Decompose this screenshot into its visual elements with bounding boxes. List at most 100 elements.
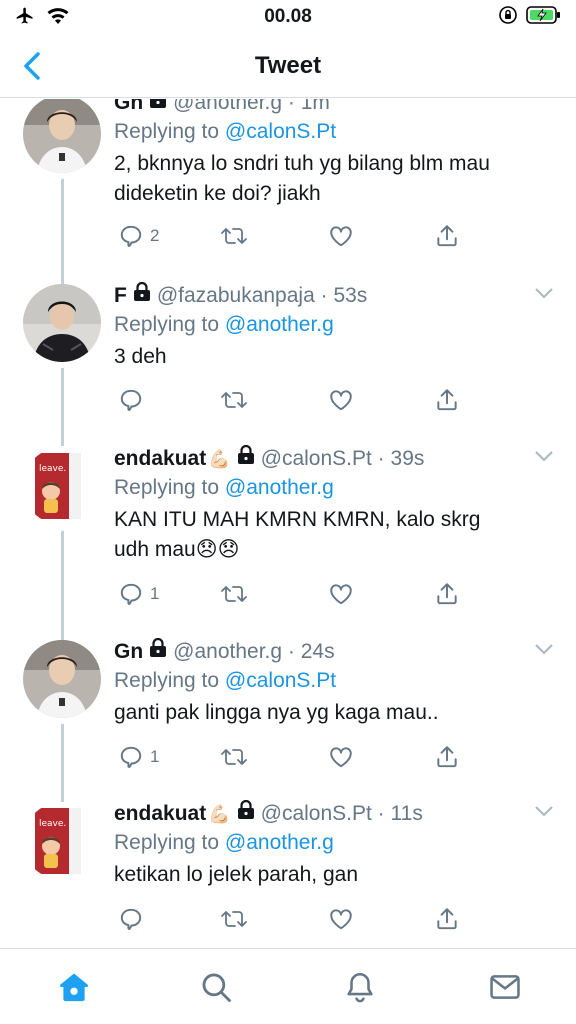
retweet-icon (221, 586, 247, 602)
user-handle[interactable]: @another.g (173, 99, 282, 117)
tweet-header: Gn @another.g · 1m (114, 99, 556, 117)
reply-button[interactable] (118, 906, 150, 932)
heart-icon (330, 226, 352, 247)
tweet-item[interactable]: F @fazabukanpaja · 53s Replying to @anot… (0, 281, 576, 446)
tab-home[interactable] (54, 967, 94, 1007)
like-button[interactable] (328, 906, 354, 932)
display-name[interactable]: F (114, 282, 127, 310)
flexed-biceps-emoji: 💪🏻 (208, 804, 231, 824)
display-name[interactable]: endakuat (114, 445, 206, 473)
reply-icon (120, 583, 142, 605)
retweet-icon (221, 911, 247, 927)
tweet-actions (118, 387, 478, 417)
reply-icon (120, 746, 142, 768)
user-handle[interactable]: @calonS.Pt (261, 445, 372, 473)
like-button[interactable] (328, 223, 354, 249)
separator-dot: · (371, 802, 391, 825)
avatar-f[interactable] (23, 284, 101, 362)
tweet-item[interactable]: Gn @another.g · 24s Replying to @calonS.… (0, 637, 576, 802)
tweet-header: endakuat 💪🏻 @calonS.Pt · 39s (114, 444, 556, 473)
replying-to: Replying to @calonS.Pt (114, 666, 556, 696)
timestamp: 1m (300, 99, 330, 114)
tweet-text-line: KAN ITU MAH KMRN KMRN, kalo skrg (114, 508, 481, 531)
replying-to-link[interactable]: @another.g (225, 831, 334, 854)
lock-icon (149, 99, 167, 117)
user-handle[interactable]: @fazabukanpaja (157, 282, 315, 310)
retweet-button[interactable] (220, 387, 248, 413)
avatar-gn[interactable] (23, 99, 101, 173)
svg-text:leave.: leave. (39, 819, 66, 829)
thread-connector-line (61, 724, 64, 802)
replying-to: Replying to @calonS.Pt (114, 117, 556, 147)
page-title: Tweet (254, 52, 322, 79)
share-icon (437, 746, 457, 768)
replying-label: Replying to (114, 313, 220, 336)
tab-messages[interactable] (485, 967, 525, 1007)
like-button[interactable] (328, 744, 354, 770)
display-name[interactable]: endakuat (114, 800, 206, 828)
avatar-endakuat[interactable]: leave. (23, 802, 101, 880)
orientation-lock-icon (499, 6, 517, 24)
tweet-body: Gn @another.g · 1m Replying to @calonS.P… (114, 99, 556, 209)
tweet-thread[interactable]: Gn @another.g · 1m Replying to @calonS.P… (0, 99, 576, 948)
tweet-item[interactable]: leave. endakuat 💪🏻 @calonS.Pt · 11s Repl… (0, 799, 576, 948)
replying-label: Replying to (114, 831, 220, 854)
reply-count: 2 (150, 226, 160, 245)
tab-search[interactable] (196, 967, 236, 1007)
tab-notifications[interactable] (340, 967, 380, 1007)
replying-to-link[interactable]: @calonS.Pt (225, 669, 336, 692)
thread-connector-line (61, 531, 64, 641)
share-icon (437, 908, 457, 930)
like-button[interactable] (328, 581, 354, 607)
flexed-biceps-emoji: 💪🏻 (208, 449, 231, 469)
retweet-button[interactable] (220, 744, 248, 770)
share-button[interactable] (434, 744, 460, 770)
replying-label: Replying to (114, 669, 220, 692)
replying-label: Replying to (114, 476, 220, 499)
replying-to: Replying to @another.g (114, 828, 556, 858)
display-name[interactable]: Gn (114, 99, 143, 117)
thread-connector-line (61, 179, 64, 287)
timestamp: 11s (390, 802, 423, 825)
retweet-button[interactable] (220, 223, 248, 249)
tweet-actions: 1 (118, 744, 478, 774)
retweet-button[interactable] (220, 906, 248, 932)
replying-label: Replying to (114, 120, 220, 143)
share-button[interactable] (434, 223, 460, 249)
reply-button[interactable]: 2 (118, 223, 159, 249)
display-name[interactable]: Gn (114, 638, 143, 666)
replying-to-link[interactable]: @another.g (225, 476, 334, 499)
reply-icon (120, 225, 142, 247)
replying-to-link[interactable]: @calonS.Pt (225, 120, 336, 143)
reply-button[interactable]: 1 (118, 581, 159, 607)
tweet-text: ganti pak lingga nya yg kaga mau.. (114, 698, 556, 728)
tweet-actions: 2 (118, 223, 478, 253)
heart-icon (330, 584, 352, 605)
share-button[interactable] (434, 906, 460, 932)
avatar-gn[interactable] (23, 640, 101, 718)
replying-to: Replying to @another.g (114, 473, 556, 503)
reply-button[interactable] (118, 387, 150, 413)
reply-count: 1 (150, 584, 160, 603)
user-handle[interactable]: @another.g (173, 638, 282, 666)
reply-button[interactable]: 1 (118, 744, 159, 770)
tweet-item[interactable]: leave. endakuat 💪🏻 @calonS.Pt · 39s Repl… (0, 444, 576, 641)
tweet-text: ketikan lo jelek parah, gan (114, 860, 556, 890)
tweet-text: KAN ITU MAH KMRN KMRN, kalo skrg udh mau… (114, 505, 556, 565)
separator-dot: · (371, 447, 391, 470)
clock: 00.08 (264, 6, 312, 27)
share-icon (437, 225, 457, 247)
avatar-endakuat[interactable]: leave. (23, 447, 101, 525)
like-button[interactable] (328, 387, 354, 413)
retweet-button[interactable] (220, 581, 248, 607)
thread-connector-line (61, 368, 64, 446)
share-button[interactable] (434, 581, 460, 607)
replying-to-link[interactable]: @another.g (225, 313, 334, 336)
heart-icon (330, 909, 352, 930)
notifications-icon (347, 972, 373, 1003)
lock-icon (133, 281, 151, 310)
tweet-text-line: 3 deh (114, 345, 167, 368)
tweet-item[interactable]: Gn @another.g · 1m Replying to @calonS.P… (0, 99, 576, 287)
share-button[interactable] (434, 387, 460, 413)
user-handle[interactable]: @calonS.Pt (261, 800, 372, 828)
